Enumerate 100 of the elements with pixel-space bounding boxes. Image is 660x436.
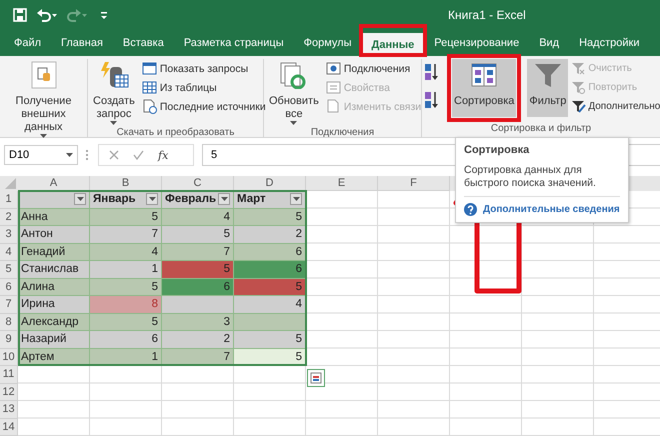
table-cell: 6 (234, 244, 306, 261)
ribbon-button[interactable]: Фильтр (527, 59, 568, 117)
sort-ascending-icon[interactable] (425, 63, 439, 81)
ribbon-button[interactable]: Создать запрос (91, 59, 137, 127)
table-cell: 1 (90, 261, 162, 278)
row-header[interactable]: 7 (0, 296, 18, 314)
ribbon-tab[interactable]: Вид (529, 30, 570, 56)
column-title: Март (237, 193, 266, 206)
more-info-link[interactable]: Дополнительные сведения (483, 204, 620, 215)
table-cell: 6 (162, 278, 234, 296)
table-cell: 5 (162, 226, 234, 244)
window-title: Книга1 - Excel (448, 8, 526, 22)
check-icon[interactable] (133, 150, 144, 160)
ribbon-button[interactable]: Сортировка (452, 59, 516, 117)
row-header[interactable]: 6 (0, 278, 18, 296)
ribbon-tab[interactable]: Разметка страницы (174, 30, 294, 56)
name-box[interactable]: D10 (4, 145, 78, 165)
tooltip-title: Сортировка (464, 144, 530, 156)
table-cell: Назарий (18, 331, 90, 348)
table-cell: Станислав (18, 261, 90, 278)
table-cell: 5 (90, 314, 162, 331)
row-header[interactable]: 10 (0, 348, 18, 366)
caret-icon (220, 197, 228, 202)
column-title: Январь (93, 193, 136, 206)
sort-icon (469, 61, 500, 89)
caret-icon (66, 153, 73, 157)
table-cell: 7 (90, 226, 162, 244)
table-cell: 5 (162, 261, 234, 278)
chart-icon (310, 372, 322, 384)
sort-descending-icon[interactable] (425, 91, 439, 109)
ribbon-tab[interactable]: Вставка (112, 30, 174, 56)
table-cell: 4 (234, 296, 306, 314)
ribbon-button[interactable]: Показать запросы (140, 59, 268, 78)
insert-function-button[interactable]: fx (158, 148, 168, 162)
highlight-frame (359, 24, 427, 57)
table-cell (234, 314, 306, 331)
table-cell: 8 (90, 296, 162, 314)
table-cell: 5 (234, 208, 306, 226)
row-header[interactable]: 11 (0, 366, 18, 384)
table-cell (162, 296, 234, 314)
table-cell: 5 (234, 331, 306, 348)
filter-icon (571, 61, 586, 76)
ribbon-button[interactable]: Последние источники (140, 97, 268, 116)
ribbon-tab[interactable]: Файл (4, 30, 52, 56)
table-cell: Ирина (18, 296, 90, 314)
table-cell: 2 (162, 331, 234, 348)
ribbon-button[interactable]: Обновить все (267, 59, 321, 127)
row-header[interactable]: 14 (0, 418, 18, 436)
caret-icon (148, 197, 156, 202)
filter-dropdown-button[interactable] (218, 193, 230, 206)
filter-dropdown-button[interactable] (74, 193, 86, 206)
tooltip-text: Сортировка данных для быстрого поиска значений. (464, 164, 597, 190)
save-icon[interactable] (12, 7, 28, 23)
row-header[interactable]: 9 (0, 331, 18, 348)
quick-analysis-button[interactable] (307, 369, 325, 387)
ribbon-tab[interactable]: Главная (51, 30, 113, 56)
table-cell: 7 (162, 244, 234, 261)
document-icon (326, 99, 341, 114)
filter-dropdown-button[interactable] (146, 193, 158, 206)
ribbon-button[interactable]: Дополнительно (570, 97, 660, 116)
column-header[interactable]: E (306, 176, 378, 191)
group-label: Подключения (310, 127, 376, 138)
column-title: Февраль (165, 193, 216, 206)
connection-icon (326, 61, 341, 76)
filter-dropdown-button[interactable] (290, 193, 302, 206)
caret-icon (292, 197, 300, 202)
table-cell: 2 (234, 226, 306, 244)
ribbon-button[interactable]: Подключения (324, 59, 424, 78)
row-header[interactable]: 13 (0, 401, 18, 418)
group-label: Скачать и преобразовать (116, 127, 236, 138)
table-cell: Антон (18, 226, 90, 244)
table-cell: Анна (18, 208, 90, 226)
table-cell: Александр (18, 314, 90, 331)
table-cell: 4 (162, 208, 234, 226)
undo-icon[interactable] (36, 7, 58, 23)
row-header[interactable]: 12 (0, 384, 18, 401)
table-cell: Алина (18, 278, 90, 296)
ribbon-tab[interactable]: Формулы (294, 30, 362, 56)
row-header[interactable]: 1 (0, 191, 18, 208)
ribbon-button[interactable]: Из таблицы (140, 78, 268, 97)
table-cell: 5 (234, 278, 306, 296)
group-label: Сортировка и фильтр (490, 123, 592, 136)
queries-icon (142, 61, 157, 76)
caret-icon (76, 197, 84, 202)
table-icon (142, 80, 157, 95)
row-header[interactable]: 4 (0, 244, 18, 261)
table-cell: Генадий (18, 244, 90, 261)
filter-icon (571, 99, 586, 114)
column-header[interactable]: F (378, 176, 450, 191)
filter-icon (571, 80, 586, 95)
help-icon (464, 203, 477, 216)
ribbon-tab[interactable]: Надстройки (569, 30, 650, 56)
clock-icon (142, 99, 157, 114)
list-icon (326, 80, 341, 95)
row-header[interactable]: 5 (0, 261, 18, 278)
table-cell: 5 (90, 208, 162, 226)
row-header[interactable]: 2 (0, 208, 18, 226)
ribbon-tab[interactable]: Рецензирование (424, 30, 530, 56)
row-header[interactable]: 8 (0, 314, 18, 331)
row-header[interactable]: 3 (0, 226, 18, 244)
